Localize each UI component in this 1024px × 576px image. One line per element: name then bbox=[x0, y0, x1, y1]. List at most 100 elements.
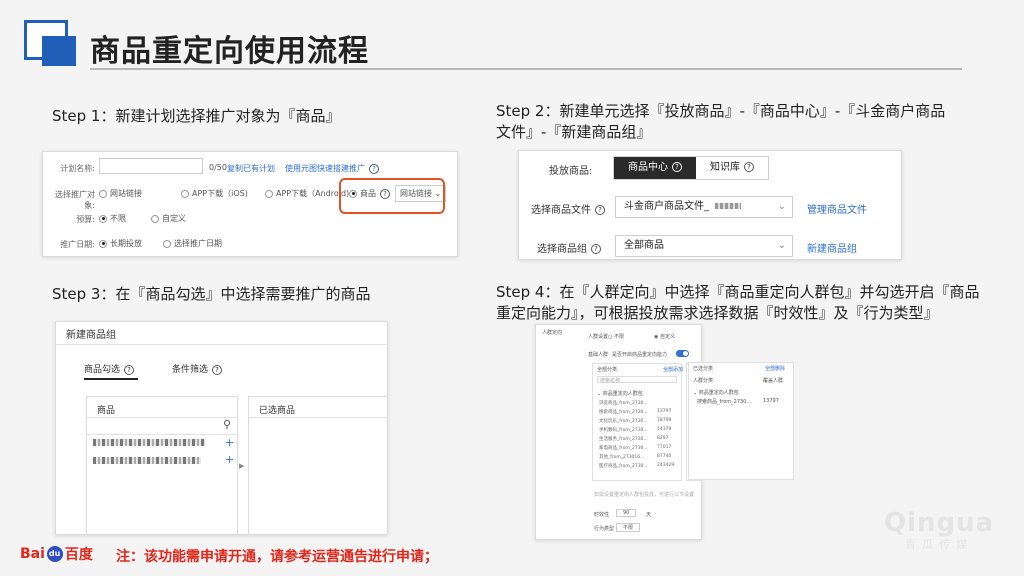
step-1-label: Step 1：新建计划选择推广对象为『商品』 bbox=[52, 107, 341, 125]
help-icon: ? bbox=[595, 205, 605, 215]
tab-knowledge-base[interactable]: 知识库? bbox=[696, 157, 768, 179]
search-icon[interactable]: ⚲ bbox=[223, 418, 231, 431]
manage-product-file-link[interactable]: 管理商品文件 bbox=[807, 201, 867, 216]
date-label: 推广日期: bbox=[60, 240, 95, 249]
product-item-redacted bbox=[93, 457, 201, 464]
column-header-divider bbox=[249, 417, 387, 418]
header-logo-fill bbox=[42, 36, 76, 66]
budget-label: 预算: bbox=[76, 215, 95, 224]
selected-products-column: 已选商品 bbox=[248, 396, 387, 534]
budget-option-custom[interactable]: 自定义 bbox=[151, 213, 186, 224]
selected-crowd-row[interactable]: 搜索商品_from_2730... bbox=[697, 398, 751, 405]
product-file-select[interactable]: 斗金商户商品文件_ ⌄ bbox=[615, 196, 793, 218]
retarget-hint: 如需设置重定向人群包投放，可进行以下设置 bbox=[594, 492, 695, 498]
footnote: 注：该功能需申请开通，请参考运营通告进行申请； bbox=[116, 549, 438, 565]
budget-option-unlimited[interactable]: 不限 bbox=[99, 213, 126, 224]
deliver-product-label: 投放商品: bbox=[549, 166, 593, 177]
timeliness-label: 时效性 bbox=[594, 512, 610, 518]
step3-screenshot: 新建商品组 商品勾选? 条件筛选? 商品 ⚲ + + ▶ 已选商品 bbox=[55, 321, 388, 535]
date-option-long-term[interactable]: 长期投放 bbox=[99, 238, 142, 249]
product-file-label: 选择商品文件? bbox=[531, 201, 605, 216]
clear-all-link[interactable]: 全部删除 bbox=[765, 365, 785, 372]
all-category-label: 全部分类 bbox=[597, 367, 618, 373]
list-item[interactable]: 医疗商品_from_2730... 243429 bbox=[599, 463, 674, 469]
category-search-input[interactable]: 搜索名称 bbox=[597, 376, 677, 384]
list-item[interactable]: 其他_from_273016... 87740 bbox=[599, 454, 671, 460]
selected-package-node[interactable]: ⌄ 商品重定向人群包 bbox=[693, 389, 739, 396]
product-group-label: 选择商品组? bbox=[537, 240, 601, 255]
step1-screenshot: 计划名称: 0/50 复制已有计划 使用元图快速搭建推广? 选择推广对象: 网站… bbox=[42, 151, 458, 257]
behavior-label: 行为类型 bbox=[594, 526, 615, 532]
crowd-option-unlimited[interactable]: ○ 不限 bbox=[608, 333, 624, 340]
product-group-select[interactable]: 全部商品 ⌄ bbox=[615, 235, 793, 257]
chevron-down-icon: ⌄ bbox=[777, 201, 786, 212]
product-column-header: 商品 bbox=[97, 406, 116, 416]
list-item[interactable]: 生活服务_from_2730... 8297 bbox=[599, 436, 669, 442]
add-icon[interactable]: + bbox=[225, 436, 234, 449]
step2-screenshot: 投放商品: 商品中心? 知识库? 选择商品文件? 斗金商户商品文件_ ⌄ 管理商品… bbox=[518, 150, 902, 260]
tab-condition-filter[interactable]: 条件筛选? bbox=[172, 362, 223, 375]
list-item[interactable]: 搜索商品_from_2730... 13797 bbox=[599, 409, 671, 415]
dialog-title: 新建商品组 bbox=[66, 330, 116, 341]
list-item[interactable]: 家电商品_from_2730... 77017 bbox=[599, 445, 671, 451]
chevron-right-icon[interactable]: ▶ bbox=[239, 462, 244, 470]
radio-icon bbox=[99, 189, 107, 198]
dialog-header-divider bbox=[56, 344, 387, 345]
product-source-tabs: 商品中心? 知识库? bbox=[613, 156, 769, 180]
step-4-label: Step 4：在『人群定向』中选择『商品重定向人群包』并勾选开启『商品重定向能力… bbox=[496, 283, 980, 322]
new-product-group-link[interactable]: 新建商品组 bbox=[807, 240, 857, 255]
tab-product-center[interactable]: 商品中心? bbox=[614, 157, 696, 179]
plan-name-input[interactable] bbox=[99, 158, 203, 174]
watermark-main: Qingua bbox=[884, 508, 995, 538]
page-title: 商品重定向使用流程 bbox=[90, 34, 369, 69]
watermark: Qingua 青瓜传媒 bbox=[884, 508, 994, 552]
timeliness-input[interactable]: 90 bbox=[616, 509, 637, 517]
list-item[interactable]: 浏览商品_from_2730... bbox=[599, 400, 669, 406]
tab-product-check[interactable]: 商品勾选? bbox=[84, 362, 135, 375]
radio-icon bbox=[151, 214, 159, 223]
radio-checked-icon bbox=[99, 239, 107, 248]
chevron-down-icon: ⌄ bbox=[597, 391, 602, 397]
retarget-toggle[interactable] bbox=[676, 350, 689, 357]
target-option-app-android[interactable]: APP下载（Android) bbox=[265, 188, 349, 199]
list-item[interactable]: 手机数码_from_2730... 14379 bbox=[599, 427, 671, 433]
template-link[interactable]: 使用元图快速搭建推广? bbox=[285, 163, 379, 174]
help-icon: ? bbox=[212, 364, 223, 375]
radio-icon bbox=[265, 189, 273, 198]
plan-name-label: 计划名称: bbox=[60, 164, 95, 173]
crowd-setting-label: 人群设置 bbox=[588, 334, 609, 340]
crowd-option-custom[interactable]: ◉ 自定义 bbox=[654, 333, 675, 340]
target-option-app-ios[interactable]: APP下载（iOS) bbox=[181, 188, 248, 199]
product-item-redacted bbox=[93, 439, 205, 446]
product-list-column: 商品 ⚲ + + bbox=[86, 396, 238, 534]
step-3-label: Step 3：在『商品勾选』中选择需要推广的商品 bbox=[52, 285, 371, 303]
crowd-section-label: 人群定向 bbox=[542, 330, 563, 336]
plan-name-counter: 0/50 bbox=[209, 163, 227, 172]
crowd-category-list: 全部分类 全部添加 搜索名称 ⌄ 商品重定向人群包 浏览商品_from_2730… bbox=[592, 363, 683, 481]
add-icon[interactable]: + bbox=[225, 453, 234, 466]
copy-plan-link[interactable]: 复制已有计划 bbox=[227, 163, 275, 174]
active-tab-indicator bbox=[84, 378, 138, 380]
date-option-pick[interactable]: 选择推广日期 bbox=[163, 238, 222, 249]
baidu-paw-icon bbox=[46, 546, 63, 562]
radio-icon bbox=[181, 189, 189, 198]
behavior-select[interactable]: 不限 bbox=[616, 523, 641, 532]
radio-icon: ○ bbox=[608, 334, 613, 340]
help-icon: ? bbox=[744, 162, 754, 172]
product-search-input[interactable] bbox=[87, 417, 237, 435]
radio-checked-icon: ◉ bbox=[654, 334, 659, 340]
retarget-package-node[interactable]: ⌄ 商品重定向人群包 bbox=[597, 390, 643, 397]
step4-screenshot: 人群定向 人群设置 ○ 不限 ◉ 自定义 基础人群 是否开启商品重定向能力 全部… bbox=[535, 324, 702, 540]
target-option-website[interactable]: 网站链接 bbox=[99, 188, 142, 199]
day-unit: 天 bbox=[646, 512, 652, 518]
base-crowd-label: 基础人群 bbox=[588, 352, 609, 358]
list-item[interactable]: 文化玩乐_from_2730... 78799 bbox=[599, 418, 671, 424]
redacted-text bbox=[715, 203, 741, 209]
crowd-category-header: 人群分类 bbox=[693, 378, 714, 384]
chevron-down-icon: ⌄ bbox=[777, 240, 786, 251]
help-icon: ? bbox=[124, 364, 135, 375]
select-all-link[interactable]: 全部添加 bbox=[663, 366, 683, 373]
target-label: 选择推广对象: bbox=[55, 190, 95, 210]
help-icon: ? bbox=[672, 162, 682, 172]
help-icon: ? bbox=[591, 244, 601, 254]
